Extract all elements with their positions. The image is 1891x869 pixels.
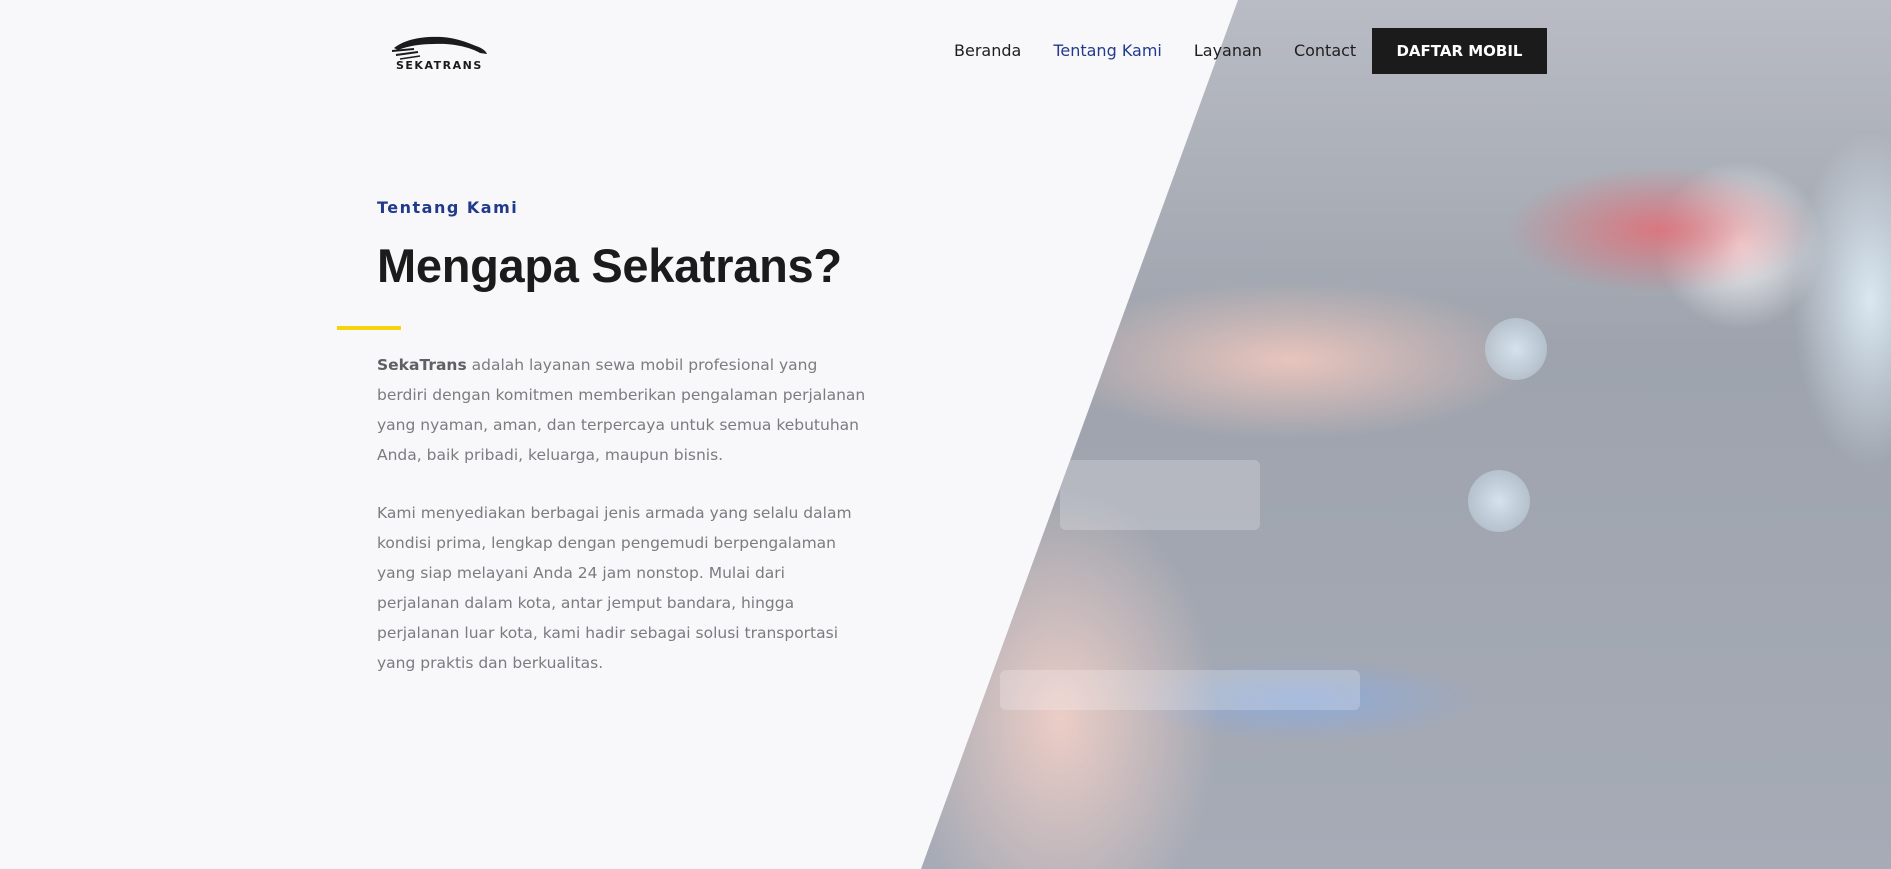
car-silhouette-icon	[391, 36, 487, 60]
site-header: SEKATRANS Beranda Tentang Kami Layanan C…	[0, 0, 1891, 102]
about-paragraph-2: Kami menyediakan berbagai jenis armada y…	[377, 504, 852, 672]
daftar-mobil-button[interactable]: DAFTAR MOBIL	[1372, 28, 1547, 74]
about-paragraph-1: SekaTrans adalah layanan sewa mobil prof…	[377, 350, 867, 470]
page-title: Mengapa Sekatrans?	[377, 239, 842, 292]
site-logo[interactable]: SEKATRANS	[390, 34, 490, 74]
nav-item-layanan[interactable]: Layanan	[1194, 40, 1262, 62]
nav-item-beranda[interactable]: Beranda	[954, 40, 1021, 62]
nav-item-contact[interactable]: Contact	[1294, 40, 1356, 62]
main-nav: Beranda Tentang Kami Layanan Contact	[954, 40, 1356, 62]
logo-text: SEKATRANS	[396, 59, 483, 72]
section-eyebrow: Tentang Kami	[377, 198, 519, 217]
photo-light-blob	[1468, 470, 1530, 532]
photo-light-blob	[1485, 318, 1547, 380]
about-section: Tentang Kami Mengapa Sekatrans?	[377, 198, 867, 295]
hero-background-photo	[921, 0, 1891, 869]
photo-light-strip	[1060, 460, 1260, 530]
title-accent-divider	[337, 326, 401, 330]
photo-light-strip	[1000, 670, 1360, 710]
nav-item-tentang-kami[interactable]: Tentang Kami	[1053, 40, 1162, 62]
brand-name: SekaTrans	[377, 356, 467, 374]
